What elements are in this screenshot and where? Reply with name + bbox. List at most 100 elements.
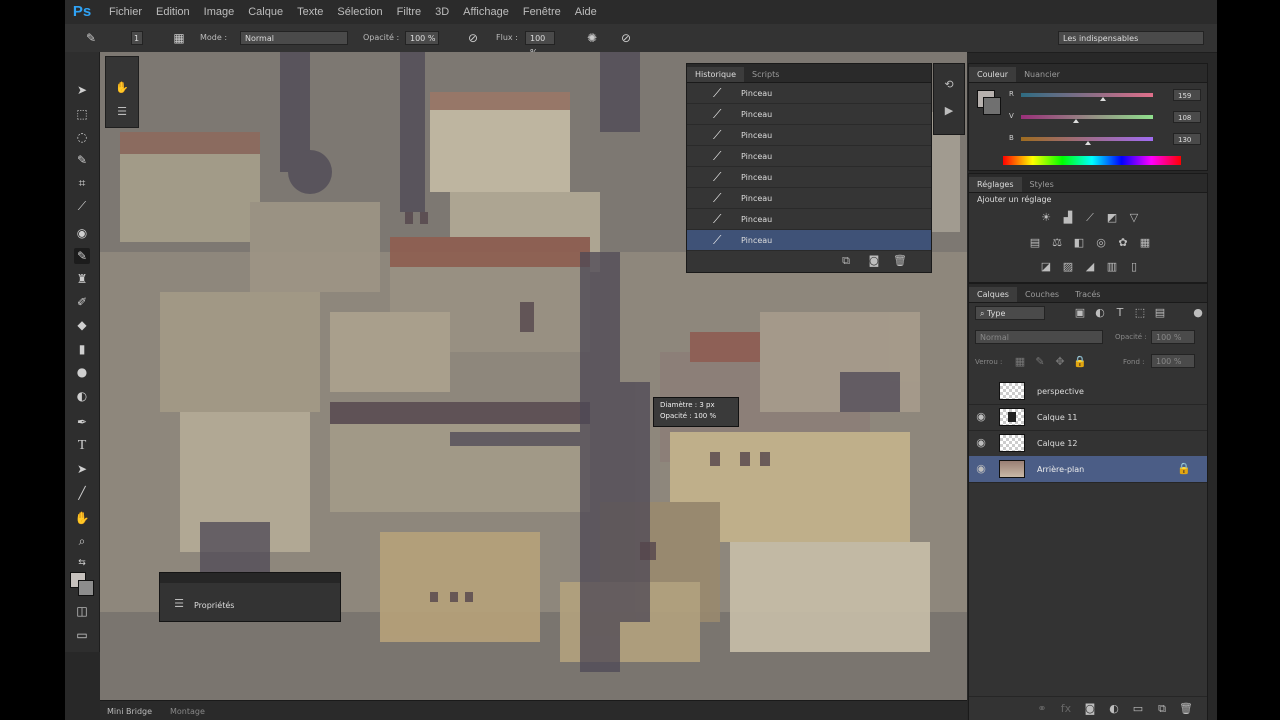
tab-calques[interactable]: Calques — [969, 287, 1017, 302]
filter-smart-icon[interactable]: ▤ — [1153, 306, 1167, 320]
tab-scripts[interactable]: Scripts — [744, 67, 787, 82]
brush-panel-icon[interactable]: ▦ — [171, 30, 187, 46]
g-slider-knob[interactable] — [1073, 119, 1080, 123]
history-item-selected[interactable]: ⟋ Pinceau — [687, 230, 931, 251]
r-slider-knob[interactable] — [1099, 97, 1106, 101]
filter-toggle-icon[interactable]: ● — [1191, 306, 1205, 320]
eye-icon[interactable]: ◉ — [974, 462, 988, 476]
tab-traces[interactable]: Tracés — [1067, 287, 1108, 302]
background-color-swatch[interactable] — [78, 580, 94, 596]
lock-all-icon[interactable]: 🔒 — [1073, 355, 1087, 369]
history-item[interactable]: ⟋ Pinceau — [687, 146, 931, 167]
levels-icon[interactable]: ▟ — [1061, 211, 1075, 225]
tab-couleur[interactable]: Couleur — [969, 67, 1017, 82]
tab-styles[interactable]: Styles — [1022, 177, 1062, 192]
workspace-select[interactable]: Les indispensables — [1058, 31, 1204, 45]
screen-mode-icon[interactable]: ▭ — [74, 627, 90, 643]
history-dock-icon[interactable]: ⟲ — [942, 78, 956, 92]
new-layer-icon[interactable]: ⧉ — [1155, 702, 1169, 716]
brush-preset-icon[interactable]: ✎ — [83, 30, 99, 46]
channel-mixer-icon[interactable]: ✿ — [1116, 236, 1130, 250]
layer-style-icon[interactable]: fx — [1059, 702, 1073, 716]
exposure-icon[interactable]: ◩ — [1105, 211, 1119, 225]
layer-row[interactable]: ◉ Calque 12 — [969, 430, 1207, 457]
zoom-tool-icon[interactable]: ⌕ — [74, 533, 90, 549]
snapshot-icon[interactable]: ◙ — [867, 254, 881, 268]
menu-image[interactable]: Image — [204, 6, 235, 18]
link-layers-icon[interactable]: ⚭ — [1035, 702, 1049, 716]
tool-preset-icon[interactable]: ✋ — [115, 81, 129, 95]
color-lookup-icon[interactable]: ▦ — [1138, 236, 1152, 250]
marquee-tool-icon[interactable]: ⬚ — [74, 106, 90, 122]
selective-color-icon[interactable]: ▯ — [1127, 260, 1141, 274]
color-spectrum-bar[interactable] — [1003, 156, 1181, 165]
threshold-icon[interactable]: ◢ — [1083, 260, 1097, 274]
g-value-field[interactable]: 108 — [1173, 111, 1201, 123]
blur-tool-icon[interactable]: ● — [74, 364, 90, 380]
eyedropper-tool-icon[interactable]: ⟋ — [74, 198, 90, 214]
line-tool-icon[interactable]: ╱ — [74, 485, 90, 501]
tab-historique[interactable]: Historique — [687, 67, 745, 82]
color-balance-icon[interactable]: ⚖ — [1050, 236, 1064, 250]
tab-reglages[interactable]: Réglages — [969, 177, 1022, 192]
properties-icon[interactable]: ☰ — [172, 597, 186, 611]
hand-tool-icon[interactable]: ✋ — [74, 510, 90, 526]
fill-field[interactable]: 100 % — [1151, 354, 1195, 368]
color-bg-swatch[interactable] — [983, 97, 1001, 115]
tab-couches[interactable]: Couches — [1017, 287, 1067, 302]
layer-filter-select[interactable]: ⌕ Type — [975, 306, 1045, 320]
actions-dock-icon[interactable]: ▶ — [942, 104, 956, 118]
stamp-tool-icon[interactable]: ♜ — [74, 271, 90, 287]
black-white-icon[interactable]: ◧ — [1072, 236, 1086, 250]
layer-row-selected[interactable]: ◉ Arrière-plan 🔒 — [969, 456, 1207, 483]
trash-icon[interactable]: 🗑 — [893, 254, 907, 268]
hue-saturation-icon[interactable]: ▤ — [1028, 236, 1042, 250]
flow-field[interactable]: 100 % — [525, 31, 555, 57]
gradient-tool-icon[interactable]: ▮ — [74, 341, 90, 357]
eye-icon[interactable]: ◉ — [974, 410, 988, 424]
menu-affichage[interactable]: Affichage — [463, 6, 509, 18]
menu-calque[interactable]: Calque — [248, 6, 283, 18]
group-icon[interactable]: ▭ — [1131, 702, 1145, 716]
type-tool-icon[interactable]: T — [74, 438, 90, 454]
lock-transparent-icon[interactable]: ▦ — [1013, 355, 1027, 369]
crop-tool-icon[interactable]: ⌗ — [74, 175, 90, 191]
history-item[interactable]: ⟋ Pinceau — [687, 209, 931, 230]
adjust-preset-icon[interactable]: ☰ — [115, 105, 129, 119]
airbrush-icon[interactable]: ✺ — [584, 30, 600, 46]
adjustment-layer-icon[interactable]: ◐ — [1107, 702, 1121, 716]
menu-fichier[interactable]: Fichier — [109, 6, 142, 18]
brush-size-field[interactable]: 1 — [131, 31, 143, 45]
lock-pixels-icon[interactable]: ✎ — [1033, 355, 1047, 369]
vibrance-icon[interactable]: ▽ — [1127, 211, 1141, 225]
lasso-tool-icon[interactable]: ◌ — [74, 129, 90, 145]
pressure-size-icon[interactable]: ⊘ — [618, 30, 634, 46]
delete-layer-icon[interactable]: 🗑 — [1179, 702, 1193, 716]
invert-icon[interactable]: ◪ — [1039, 260, 1053, 274]
tab-montage[interactable]: Montage — [170, 707, 205, 716]
pressure-opacity-icon[interactable]: ⊘ — [465, 30, 481, 46]
lock-position-icon[interactable]: ✥ — [1053, 355, 1067, 369]
eraser-tool-icon[interactable]: ◆ — [74, 317, 90, 333]
history-item[interactable]: ⟋ Pinceau — [687, 104, 931, 125]
eye-icon[interactable]: ◉ — [974, 436, 988, 450]
b-value-field[interactable]: 130 — [1173, 133, 1201, 145]
menu-fenetre[interactable]: Fenêtre — [523, 6, 561, 18]
menu-3d[interactable]: 3D — [435, 6, 449, 18]
g-slider[interactable] — [1021, 115, 1153, 119]
properties-header[interactable] — [160, 573, 340, 583]
tab-mini-bridge[interactable]: Mini Bridge — [107, 707, 152, 716]
history-item[interactable]: ⟋ Pinceau — [687, 188, 931, 209]
menu-aide[interactable]: Aide — [575, 6, 597, 18]
menu-edition[interactable]: Edition — [156, 6, 190, 18]
path-select-tool-icon[interactable]: ➤ — [74, 461, 90, 477]
swap-colors-icon[interactable]: ⇆ — [74, 555, 90, 571]
quick-mask-icon[interactable]: ◫ — [74, 603, 90, 619]
layer-opacity-field[interactable]: 100 % — [1151, 330, 1195, 344]
b-slider-knob[interactable] — [1085, 141, 1092, 145]
history-item[interactable]: ⟋ Pinceau — [687, 125, 931, 146]
brush-tool-icon[interactable]: ✎ — [74, 248, 90, 264]
dodge-tool-icon[interactable]: ◐ — [74, 388, 90, 404]
layer-row[interactable]: perspective — [969, 378, 1207, 405]
menu-selection[interactable]: Sélection — [337, 6, 382, 18]
